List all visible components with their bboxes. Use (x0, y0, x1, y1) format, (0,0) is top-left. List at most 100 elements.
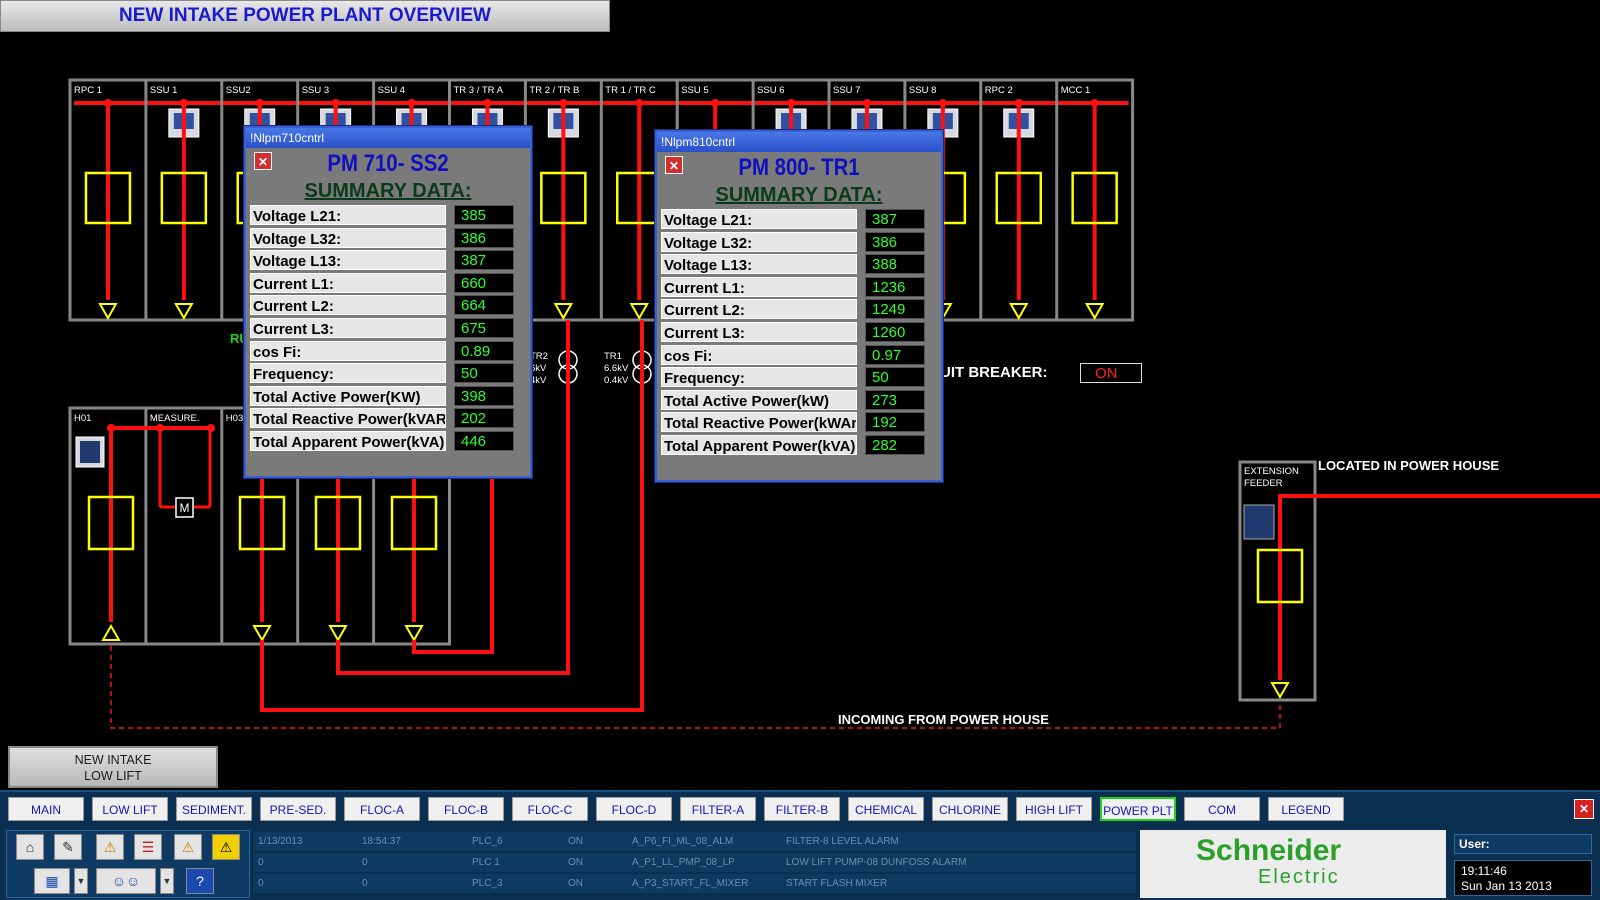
cubicle-label: TR 3 / TR A (454, 85, 504, 96)
clock-date: Sun Jan 13 2013 (1461, 879, 1552, 893)
cubicle-label: SSU2 (226, 85, 251, 96)
nav-button-floc-d[interactable]: FLOC-D (596, 797, 672, 821)
alarm-user-icon[interactable]: ⚠ (96, 834, 124, 860)
pm710-data-table: Voltage L21: 385 Voltage L32: 386 Voltage L1… (246, 204, 530, 453)
pm800-window[interactable]: !Nlpm810cntrl ✕ PM 800- TR1 SUMMARY DATA… (655, 130, 943, 482)
pm-data-value: 386 (865, 231, 925, 252)
pm-data-label: Total Active Power(KW) (250, 385, 446, 406)
nav-button-pre-sed[interactable]: PRE-SED. (260, 797, 336, 821)
nav-button-chlorine[interactable]: CHLORINE (932, 797, 1008, 821)
nav-button-floc-a[interactable]: FLOC-A (344, 797, 420, 821)
nav-button-floc-c[interactable]: FLOC-C (512, 797, 588, 821)
pm-data-row: Current L1: 1236 (657, 276, 941, 299)
pm-data-row: Frequency: 50 (246, 362, 530, 385)
breaker-contact: × (637, 182, 642, 192)
pm-data-row: Voltage L13: 388 (657, 253, 941, 276)
load-arrow (98, 303, 118, 321)
cubicle-label: H01 (74, 413, 91, 424)
transformer-name: TR2 (530, 351, 548, 362)
transformer-hv: 6kV (530, 363, 547, 374)
pm-data-label: Current L3: (661, 321, 857, 342)
protection-relay-screen (80, 441, 100, 463)
user-field[interactable]: User: (1454, 834, 1592, 854)
pm710-name: PM 710- SS2 (327, 150, 449, 177)
trend-icon[interactable]: ✎ (54, 834, 82, 860)
home-icon[interactable]: ⌂ (16, 834, 44, 860)
pm-data-label: Total Apparent Power(kVA) (661, 434, 857, 455)
pm-data-label: Total Reactive Power(kVAR (250, 408, 446, 429)
alarm-plc: PLC_3 (472, 878, 503, 889)
nav-button-filter-a[interactable]: FILTER-A (680, 797, 756, 821)
pm-data-label: Current L1: (250, 272, 446, 293)
alarm-state: ON (568, 878, 583, 889)
nav-button-chemical[interactable]: CHEMICAL (848, 797, 924, 821)
pm-data-label: Current L2: (250, 295, 446, 316)
pm-data-row: Total Apparent Power(kVA) 446 (246, 430, 530, 453)
alarm-history-icon[interactable]: ☰ (134, 834, 162, 860)
cubicle-label: RPC 2 (985, 85, 1013, 96)
nav-button-legend[interactable]: LEGEND (1268, 797, 1344, 821)
alarm-row[interactable]: 0 0 PLC 1 ON A_P1_LL_PMP_08_LP LOW LIFT PUMP-… (254, 853, 1136, 872)
area-button-new-intake[interactable]: NEW INTAKE LOW LIFT (8, 746, 218, 788)
transformer-lv: 4kV (530, 375, 547, 386)
load-arrow (1009, 303, 1029, 321)
pm-data-row: Voltage L13: 387 (246, 249, 530, 272)
pm-data-row: Voltage L32: 386 (657, 231, 941, 254)
cubicle-label: MEASURE. (150, 413, 200, 424)
nav-button-sediment[interactable]: SEDIMENT. (176, 797, 252, 821)
help-icon[interactable]: ? (186, 868, 214, 894)
pm-data-value: 385 (454, 205, 514, 225)
nav-button-filter-b[interactable]: FILTER-B (764, 797, 840, 821)
pm-data-value: 50 (865, 367, 925, 388)
pm-data-label: Voltage L32: (661, 231, 857, 252)
warning-icon[interactable]: ⚠ (212, 834, 240, 860)
load-arrow (1084, 303, 1105, 321)
nav-button-high-lift[interactable]: HIGH LIFT (1016, 797, 1092, 821)
extension-feeder-label-2: FEEDER (1244, 478, 1283, 489)
cubicle-label: TR 2 / TR B (529, 85, 579, 96)
nav-button-com[interactable]: COM (1184, 797, 1260, 821)
brand-line1: Schneider (1196, 834, 1342, 867)
language-icon[interactable]: ▦ (34, 868, 70, 894)
pm-data-row: Current L1: 660 (246, 272, 530, 295)
alarm-desc: FILTER-8 LEVEL ALARM (786, 836, 899, 847)
measure-symbol: M (180, 501, 190, 515)
alarm-plc: PLC_6 (472, 836, 503, 847)
pm710-titlebar[interactable]: !Nlpm710cntrl (246, 128, 530, 148)
extension-cable (1278, 494, 1600, 680)
protection-relay-icon (1243, 504, 1275, 540)
close-app-icon[interactable]: ✕ (1574, 799, 1594, 819)
alarm-row[interactable]: 0 0 PLC_3 ON A_P3_START_FL_MIXER START FLASH … (254, 874, 1136, 893)
pm800-summary-heading: SUMMARY DATA: (715, 184, 883, 206)
alarm-row[interactable]: 1/13/2013 18:54:37 PLC_6 ON A_P6_FI_ML_08_AL… (254, 832, 1136, 851)
pm-data-value: 387 (454, 250, 514, 271)
pm-data-value: 1236 (865, 276, 925, 297)
alarm-time: 0 (362, 857, 368, 868)
user-label: User: (1459, 837, 1490, 851)
breaker-contact: × (181, 182, 186, 192)
alarm-list-icon[interactable]: ⚠ (174, 834, 202, 860)
area-button-line2: LOW LIFT (84, 769, 142, 783)
users-icon[interactable]: ☺☺ (96, 868, 156, 894)
nav-button-main[interactable]: MAIN (8, 797, 84, 821)
nav-button-low-lift[interactable]: LOW LIFT (92, 797, 168, 821)
pm-data-value: 446 (454, 430, 514, 451)
pm710-window[interactable]: !Nlpm710cntrl ✕ PM 710- SS2 SUMMARY DATA… (244, 126, 532, 478)
chevron-down-icon[interactable]: ▼ (160, 868, 174, 894)
pm-data-label: Total Active Power(kW) (661, 389, 857, 410)
pm-data-row: Current L2: 664 (246, 294, 530, 317)
pm-data-value: 388 (865, 254, 925, 275)
pm800-titlebar[interactable]: !Nlpm810cntrl (657, 132, 941, 152)
pm-data-label: Voltage L13: (250, 250, 446, 271)
pm710-summary-heading: SUMMARY DATA: (304, 180, 472, 202)
clock-time: 19:11:46 (1461, 864, 1507, 878)
nav-button-power-plt[interactable]: POWER PLT (1100, 797, 1176, 821)
pm-data-row: Frequency: 50 (657, 366, 941, 389)
alarm-time: 18:54:37 (362, 836, 401, 847)
chevron-down-icon[interactable]: ▼ (74, 868, 88, 894)
nav-button-floc-b[interactable]: FLOC-B (428, 797, 504, 821)
pm-data-value: 660 (454, 272, 514, 293)
load-arrow (174, 303, 194, 321)
circuit-breaker-label: UIT BREAKER: (940, 364, 1048, 381)
cubicle-label: SSU 8 (909, 85, 936, 96)
